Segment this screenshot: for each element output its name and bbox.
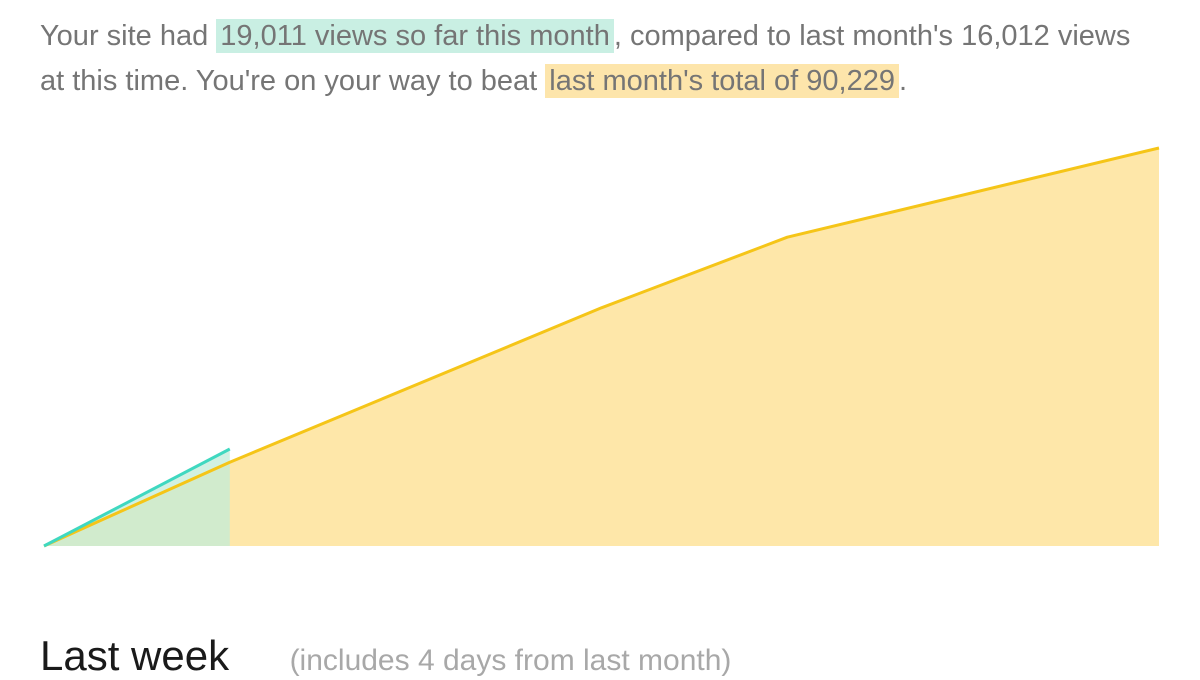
section-note: (includes 4 days from last month): [289, 644, 732, 677]
last-week-section-header: Last week (includes 4 days from last mon…: [40, 632, 731, 680]
section-title: Last week: [40, 632, 230, 679]
views-area-chart: [43, 146, 1160, 548]
